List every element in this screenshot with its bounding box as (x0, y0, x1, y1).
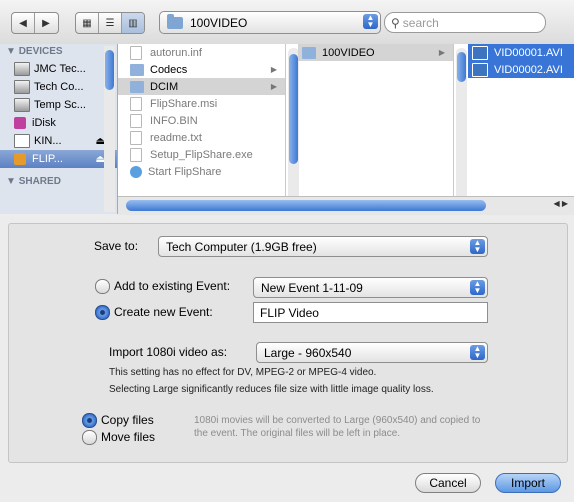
new-event-name-field[interactable] (253, 302, 488, 323)
format-note: This setting has no effect for DV, MPEG-… (109, 367, 377, 378)
add-existing-label: Add to existing Event: (114, 279, 231, 293)
sidebar-item-flip[interactable]: FLIP... ⏏ (0, 150, 117, 168)
file-icon (130, 130, 142, 145)
existing-event-popup[interactable]: New Event 1-11-09 ▲ ▼ (253, 277, 488, 298)
move-files-radio[interactable] (82, 430, 97, 445)
path-label: 100VIDEO (190, 15, 248, 30)
scrollbar-thumb[interactable] (105, 50, 114, 90)
back-arrow-icon[interactable]: ◀ (12, 13, 35, 33)
list-item[interactable]: VID00001.AVI (468, 44, 574, 61)
hard-drive-icon (14, 98, 30, 112)
sidebar-item-idisk[interactable]: iDisk (0, 114, 117, 132)
size-note: Selecting Large significantly reduces fi… (109, 384, 434, 395)
copy-files-note: 1080i movies will be converted to Large … (194, 415, 481, 439)
popup-stepper-icon: ▲ ▼ (470, 239, 485, 254)
list-item[interactable]: Codecs ▶ (118, 61, 285, 78)
column-flip-drive: autorun.inf Codecs ▶ DCIM ▶ FlipShare.ms… (118, 44, 286, 214)
sidebar-item-label: JMC Tec... (34, 63, 86, 75)
column-scrollbar[interactable] (288, 48, 299, 200)
app-icon (130, 165, 142, 178)
column-view-icon[interactable]: ▥ (122, 13, 144, 33)
list-item[interactable]: INFO.BIN (118, 112, 285, 129)
view-mode-buttons: ▦ ☰ ▥ (75, 12, 145, 34)
column-100video: VID00001.AVI VID00002.AVI (454, 44, 574, 214)
sidebar-item-label: Temp Sc... (34, 99, 86, 111)
import-options-panel: Save to: Tech Computer (1.9GB free) ▲ ▼ A… (8, 223, 568, 463)
chevron-right-icon: ▶ (438, 48, 445, 57)
popup-stepper-icon: ▲ ▼ (470, 345, 485, 360)
sidebar-item-label: iDisk (32, 117, 56, 129)
list-item[interactable]: FlipShare.msi (118, 95, 285, 112)
file-icon (130, 45, 142, 60)
import-button[interactable]: Import (495, 473, 561, 493)
column-dcim: 100VIDEO ▶ (286, 44, 454, 214)
sidebar: ▼ DEVICES JMC Tec... Tech Co... Temp Sc.… (0, 44, 118, 214)
new-event-name-input[interactable] (260, 305, 470, 320)
copy-files-radio[interactable] (82, 413, 97, 428)
hard-drive-icon (14, 80, 30, 94)
file-icon (130, 113, 142, 128)
nav-buttons: ◀ ▶ (11, 12, 59, 34)
save-to-label: Save to: (94, 239, 139, 253)
scrollbar-thumb[interactable] (126, 200, 486, 211)
chevron-right-icon: ▶ (270, 65, 277, 74)
horizontal-scrollbar[interactable]: ◀ ▶ (118, 196, 574, 215)
folder-icon (130, 63, 144, 76)
save-to-popup[interactable]: Tech Computer (1.9GB free) ▲ ▼ (158, 236, 488, 257)
sidebar-item-label: Tech Co... (34, 81, 84, 93)
search-field[interactable]: ⚲ search (384, 12, 546, 33)
create-new-label: Create new Event: (114, 305, 213, 319)
forward-arrow-icon[interactable]: ▶ (35, 13, 57, 33)
create-new-radio[interactable] (95, 305, 110, 320)
folder-icon (167, 13, 183, 29)
popup-stepper-icon: ▲ ▼ (470, 280, 485, 295)
list-item[interactable]: Setup_FlipShare.exe (118, 146, 285, 163)
folder-icon (130, 80, 144, 93)
scrollbar-thumb[interactable] (289, 54, 298, 164)
sidebar-item-kingston[interactable]: KIN... ⏏ (0, 132, 117, 150)
list-item[interactable]: 100VIDEO ▶ (298, 44, 453, 61)
file-icon (130, 96, 142, 111)
idisk-icon (14, 117, 26, 129)
add-existing-radio[interactable] (95, 279, 110, 294)
column-scrollbar[interactable] (456, 48, 467, 200)
removable-drive-icon (14, 134, 30, 148)
copy-files-label: Copy files (101, 413, 154, 427)
list-item[interactable]: autorun.inf (118, 44, 285, 61)
sidebar-item-label: KIN... (34, 135, 62, 147)
file-icon (130, 147, 142, 162)
sidebar-item-tech-computer[interactable]: Tech Co... (0, 78, 117, 96)
import-size-popup[interactable]: Large - 960x540 ▲ ▼ (256, 342, 488, 363)
scroll-arrows-icon[interactable]: ◀ ▶ (553, 199, 568, 208)
sidebar-header-shared: ▼ SHARED (6, 176, 61, 187)
cancel-button[interactable]: Cancel (415, 473, 481, 493)
list-item[interactable]: Start FlipShare (118, 163, 285, 180)
chevron-right-icon: ▶ (270, 82, 277, 91)
sidebar-item-label: FLIP... (32, 153, 63, 165)
folder-icon (302, 46, 316, 59)
list-item[interactable]: VID00002.AVI (468, 61, 574, 78)
list-item[interactable]: DCIM ▶ (118, 78, 285, 95)
toolbar: ◀ ▶ ▦ ☰ ▥ 100VIDEO ▲ ▼ ⚲ search (0, 0, 574, 45)
video-file-icon (472, 62, 488, 77)
sidebar-header-devices: ▼ DEVICES (6, 46, 63, 57)
popup-stepper-icon: ▲ ▼ (363, 14, 378, 29)
video-file-icon (472, 45, 488, 60)
list-item[interactable]: readme.txt (118, 129, 285, 146)
move-files-label: Move files (101, 430, 156, 444)
sidebar-item-temp[interactable]: Temp Sc... (0, 96, 117, 114)
sidebar-scrollbar[interactable] (104, 46, 115, 212)
path-popup[interactable]: 100VIDEO ▲ ▼ (159, 11, 381, 34)
hard-drive-icon (14, 62, 30, 76)
icon-view-icon[interactable]: ▦ (76, 13, 99, 33)
search-placeholder: search (402, 15, 439, 30)
list-view-icon[interactable]: ☰ (99, 13, 122, 33)
sidebar-item-jmc-tech[interactable]: JMC Tec... (0, 60, 117, 78)
scrollbar-thumb[interactable] (457, 52, 466, 82)
flip-drive-icon (14, 153, 26, 165)
search-icon: ⚲ (391, 15, 400, 30)
import-label: Import 1080i video as: (109, 345, 228, 359)
